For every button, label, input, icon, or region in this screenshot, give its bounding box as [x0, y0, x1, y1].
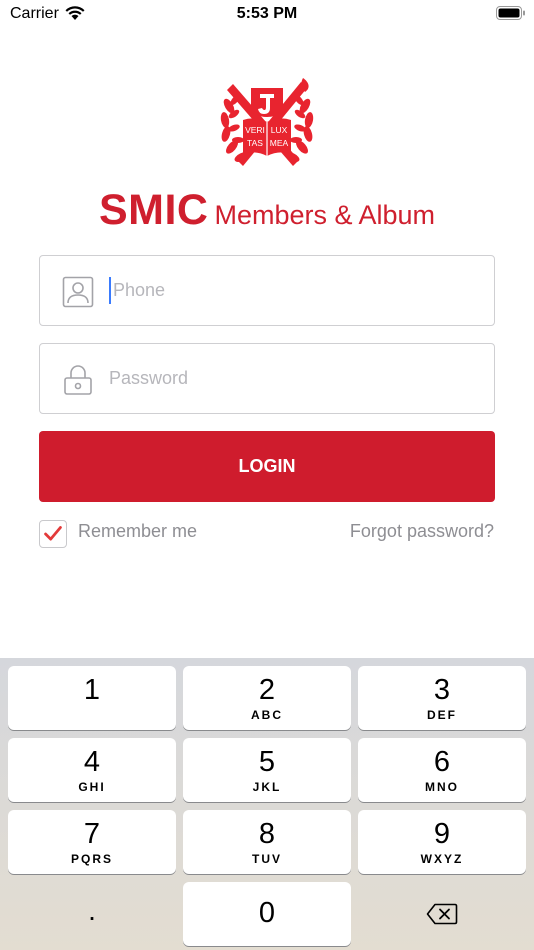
- key-digit: 4: [83, 746, 101, 778]
- key-2[interactable]: 2 ABC: [183, 666, 351, 730]
- key-digit: 7: [83, 818, 101, 850]
- app-title-sub: Members & Album: [214, 200, 436, 230]
- logo-motto-3: TAS: [247, 138, 263, 148]
- logo-motto-2: LUX: [271, 125, 288, 135]
- status-time: 5:53 PM: [236, 5, 298, 22]
- logo-motto-1: VERI: [245, 125, 265, 135]
- backspace-icon: [426, 903, 458, 925]
- key-7[interactable]: 7 PQRS: [8, 810, 176, 874]
- phone-placeholder: Phone: [113, 280, 166, 300]
- key-digit: 9: [433, 818, 451, 850]
- key-letters: DEF: [427, 708, 457, 722]
- key-letters: WXYZ: [420, 852, 464, 866]
- key-digit: 6: [433, 746, 451, 778]
- login-button[interactable]: LOGIN: [39, 431, 495, 502]
- lock-icon: [64, 365, 92, 395]
- key-decimal[interactable]: .: [8, 882, 176, 946]
- remember-checkbox[interactable]: [39, 520, 67, 548]
- key-digit: .: [88, 895, 96, 926]
- logo-motto-4: MEA: [270, 138, 289, 148]
- key-9[interactable]: 9 WXYZ: [358, 810, 526, 874]
- numeric-keyboard: 1 2 ABC 3 DEF 4 GHI 5 JKL 6 MNO 7 PQRS 8…: [0, 658, 534, 950]
- key-letters: JKL: [252, 780, 282, 794]
- key-digit: 0: [258, 897, 276, 929]
- delete-key[interactable]: [358, 882, 526, 946]
- checkmark-icon: [44, 526, 62, 541]
- password-placeholder: Password: [109, 368, 189, 388]
- app-title: SMIC Members & Album: [0, 186, 534, 235]
- key-letters: MNO: [425, 780, 459, 794]
- phone-input[interactable]: Phone: [39, 255, 495, 326]
- app-title-main: SMIC: [98, 186, 209, 234]
- key-digit: 3: [433, 674, 451, 706]
- key-letters: TUV: [252, 852, 282, 866]
- key-1[interactable]: 1: [8, 666, 176, 730]
- key-digit: 5: [258, 746, 276, 778]
- key-letters: ABC: [251, 708, 283, 722]
- forgot-password-link[interactable]: Forgot password?: [350, 521, 494, 542]
- key-8[interactable]: 8 TUV: [183, 810, 351, 874]
- key-digit: 1: [83, 674, 101, 706]
- text-cursor: [109, 277, 111, 304]
- key-5[interactable]: 5 JKL: [183, 738, 351, 802]
- university-crest-icon: VERI LUX TAS MEA: [220, 78, 314, 166]
- key-0[interactable]: 0: [183, 882, 351, 946]
- key-4[interactable]: 4 GHI: [8, 738, 176, 802]
- key-digit: 8: [258, 818, 276, 850]
- key-digit: 2: [258, 674, 276, 706]
- key-3[interactable]: 3 DEF: [358, 666, 526, 730]
- key-6[interactable]: 6 MNO: [358, 738, 526, 802]
- status-bar: Carrier 5:53 PM: [0, 0, 534, 30]
- key-letters: GHI: [78, 780, 106, 794]
- battery-icon: [496, 6, 525, 20]
- password-input[interactable]: Password: [39, 343, 495, 414]
- key-letters: PQRS: [70, 852, 113, 866]
- user-icon: [62, 276, 94, 308]
- remember-label: Remember me: [78, 521, 198, 541]
